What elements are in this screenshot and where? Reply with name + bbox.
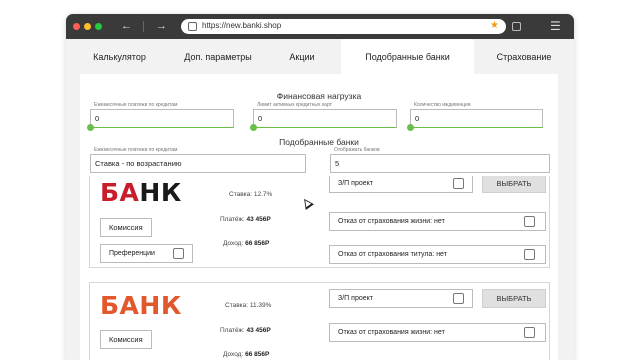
- slider-handle[interactable]: [407, 124, 414, 131]
- dependents-label: Количество иждивенцев: [414, 102, 471, 108]
- commission-button[interactable]: Комиссия: [100, 330, 152, 349]
- sort-select[interactable]: Ежемесячные платежи по кредитам Ставка -…: [90, 147, 306, 173]
- lock-icon: [188, 22, 197, 31]
- dependents-value: 0: [415, 114, 420, 123]
- rate-text: Ставка: 12.7%: [229, 191, 273, 198]
- payment-text: Платёж: 43 456Р: [220, 216, 271, 223]
- monthly-payments-label: Ежемесячные платежи по кредитам: [94, 102, 178, 108]
- financial-section-title: Финансовая нагрузка: [276, 91, 362, 101]
- hamburger-icon[interactable]: ☰: [550, 20, 561, 32]
- zp-project-label: З/П проект: [338, 180, 373, 187]
- close-window-dot[interactable]: [73, 23, 80, 30]
- banks-count-label: Отображать банков: [334, 147, 380, 153]
- preferences-checkbox[interactable]: [173, 248, 184, 259]
- life-insurance-label: Отказ от страхования жизни: нет: [338, 218, 445, 225]
- tab-calculator[interactable]: Калькулятор: [66, 39, 173, 74]
- card-limit-value: 0: [258, 114, 263, 123]
- tab-content: Финансовая нагрузка Ежемесячные платежи …: [80, 74, 558, 360]
- banks-count-value: 5: [335, 159, 340, 168]
- title-insurance-checkbox[interactable]: [524, 249, 535, 260]
- payment-text: Платёж: 43 456Р: [220, 327, 271, 334]
- card-limit-field[interactable]: Лимит активных кредитных карт 0: [250, 102, 397, 131]
- bank-logo: БАНК: [100, 178, 182, 207]
- monthly-payments-field[interactable]: Ежемесячные платежи по кредитам 0: [87, 102, 234, 131]
- browser-toolbar: ← → https://new.banki.shop ★ ☰: [66, 14, 574, 39]
- tab-insurance[interactable]: Страхование: [474, 39, 574, 74]
- preferences-label: Преференции: [109, 250, 155, 257]
- bank-logo: БАНК: [100, 291, 182, 320]
- maximize-window-dot[interactable]: [95, 23, 102, 30]
- toolbar-divider: [143, 21, 144, 32]
- dependents-field[interactable]: Количество иждивенцев 0: [407, 102, 543, 131]
- life-insurance-label: Отказ от страхования жизни: нет: [338, 329, 445, 336]
- tab-matched-banks[interactable]: Подобранные банки: [341, 39, 474, 74]
- bank-card: БАНК Ставка: 11.39% Платёж: 43 456Р Дохо…: [89, 282, 550, 360]
- life-insurance-checkbox-row[interactable]: Отказ от страхования жизни: нет: [329, 212, 546, 231]
- select-bank-button[interactable]: ВЫБРАТЬ: [482, 289, 546, 308]
- title-insurance-checkbox-row[interactable]: Отказ от страхования титула: нет: [329, 245, 546, 264]
- url-text: https://new.banki.shop: [202, 21, 282, 30]
- banks-section-title: Подобранные банки: [279, 137, 359, 147]
- slider-handle[interactable]: [87, 124, 94, 131]
- life-insurance-checkbox[interactable]: [524, 216, 535, 227]
- rate-text: Ставка: 11.39%: [225, 302, 272, 309]
- title-insurance-label: Отказ от страхования титула: нет: [338, 251, 447, 258]
- zp-project-checkbox[interactable]: [453, 178, 464, 189]
- preferences-checkbox-row[interactable]: Преференции: [100, 244, 193, 263]
- arrow-left-icon[interactable]: ←: [121, 20, 132, 32]
- tab-bar: Калькулятор Доп. параметры Акции Подобра…: [66, 39, 574, 74]
- sort-select-label: Ежемесячные платежи по кредитам: [94, 147, 178, 153]
- zp-project-checkbox-row[interactable]: З/П проект: [329, 289, 473, 308]
- extension-icon[interactable]: [512, 22, 521, 31]
- tab-extra-params[interactable]: Доп. параметры: [173, 39, 263, 74]
- slider-handle[interactable]: [250, 124, 257, 131]
- zp-project-checkbox[interactable]: [453, 293, 464, 304]
- income-text: Доход: 66 856Р: [223, 240, 270, 247]
- browser-window: ← → https://new.banki.shop ★ ☰ Калькулят…: [66, 14, 574, 360]
- life-insurance-checkbox-row[interactable]: Отказ от страхования жизни: нет: [329, 323, 546, 342]
- income-text: Доход: 66 856Р: [223, 351, 270, 358]
- card-limit-label: Лимит активных кредитных карт: [257, 102, 332, 108]
- banks-count-select[interactable]: Отображать банков 5: [330, 147, 550, 173]
- zp-project-label: З/П проект: [338, 295, 373, 302]
- tab-promotions[interactable]: Акции: [263, 39, 341, 74]
- sort-select-value: Ставка - по возрастанию: [95, 159, 182, 168]
- address-bar[interactable]: https://new.banki.shop ★: [181, 19, 506, 34]
- life-insurance-checkbox[interactable]: [524, 327, 535, 338]
- bank-card: БАНК Ставка: 12.7% Платёж: 43 456Р Доход…: [89, 176, 550, 268]
- arrow-right-icon[interactable]: →: [156, 20, 167, 32]
- star-icon[interactable]: ★: [490, 20, 499, 31]
- minimize-window-dot[interactable]: [84, 23, 91, 30]
- zp-project-checkbox-row[interactable]: З/П проект: [329, 176, 473, 193]
- monthly-payments-value: 0: [95, 114, 100, 123]
- commission-button[interactable]: Комиссия: [100, 218, 152, 237]
- select-bank-button[interactable]: ВЫБРАТЬ: [482, 176, 546, 193]
